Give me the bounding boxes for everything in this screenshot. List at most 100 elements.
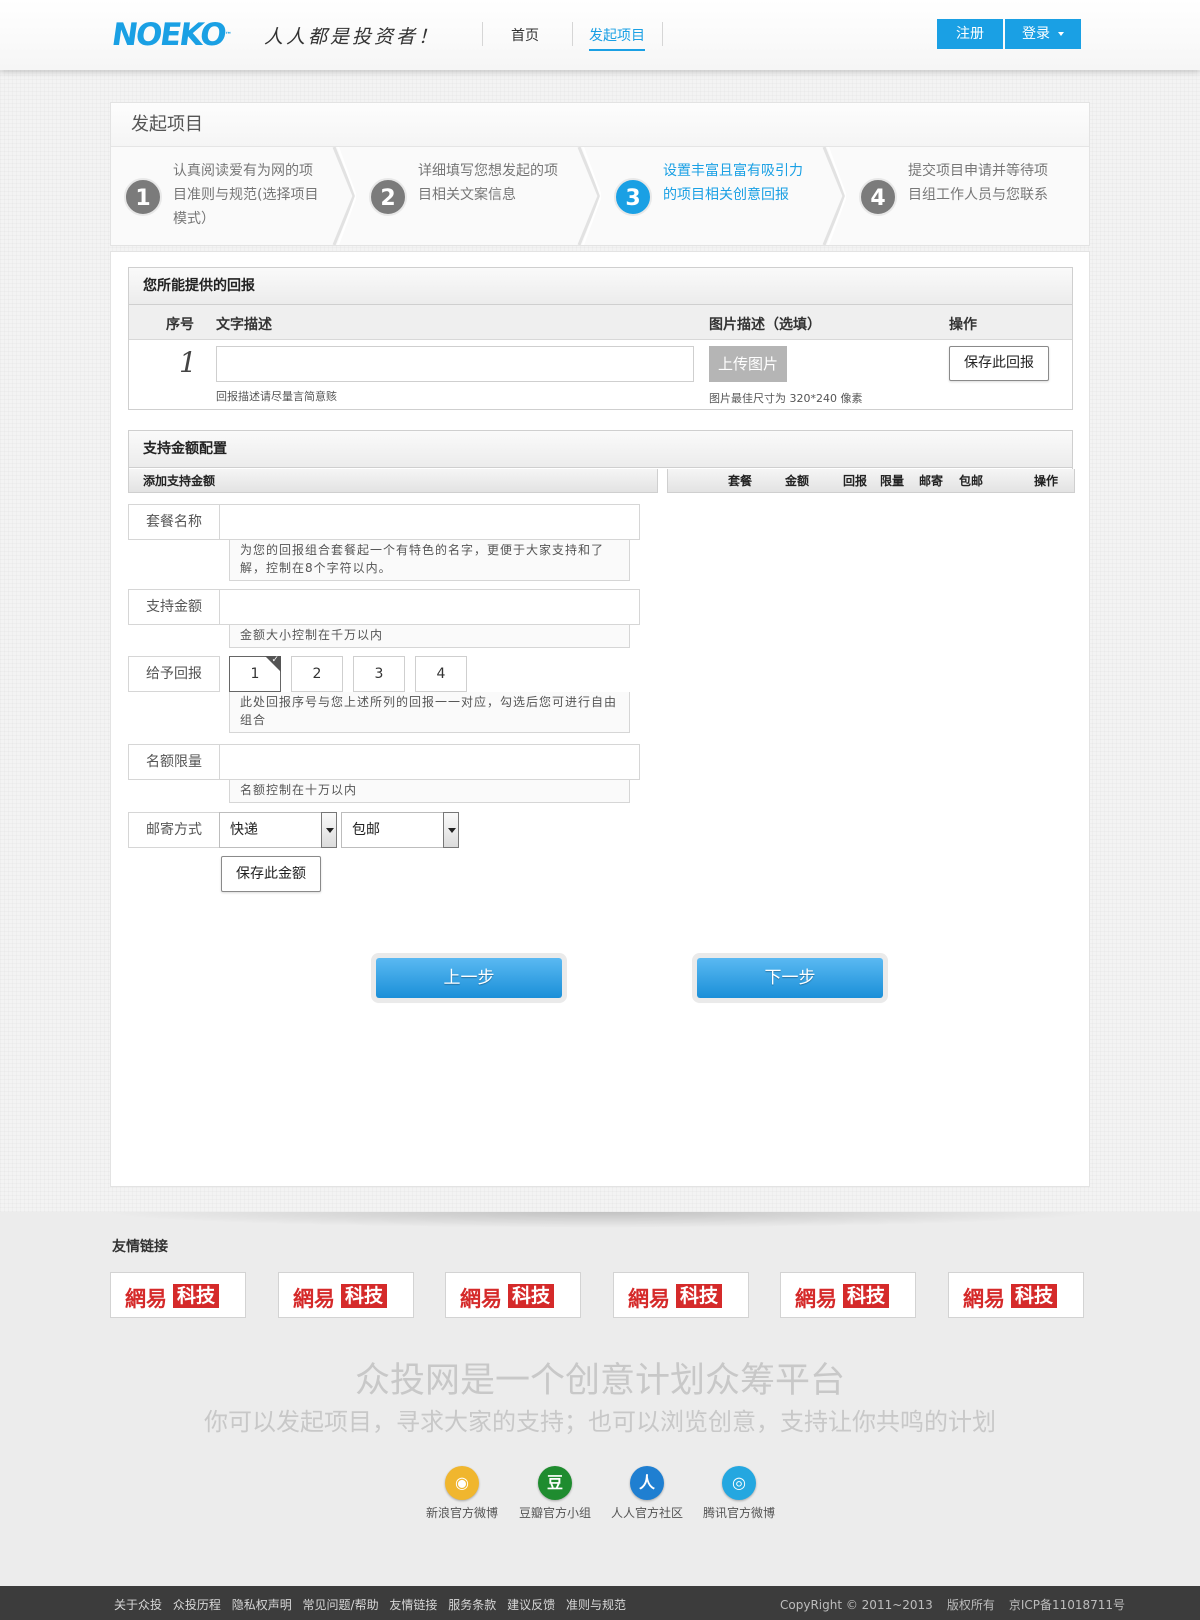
footer-link-friend-links[interactable]: 友情链接 <box>389 1598 437 1612</box>
next-step-button[interactable]: 下一步 <box>697 958 883 998</box>
login-label: 登录 <box>1022 26 1050 42</box>
reward-description-input[interactable] <box>216 346 694 382</box>
caret-down-icon <box>1058 32 1064 36</box>
shipping-fee-value: 包邮 <box>352 822 380 838</box>
give-reward-hint: 此处回报序号与您上述所列的回报一一对应，勾选后您可进行自由组合 <box>229 692 630 733</box>
friend-link-text-a: 網易 <box>460 1286 502 1311</box>
reward-row-index: 1 <box>179 346 197 379</box>
logo-trademark: ™ <box>223 31 233 39</box>
shipping-fee-select[interactable]: 包邮 <box>341 812 459 848</box>
footer-link-terms[interactable]: 服务条款 <box>448 1598 496 1612</box>
shipping-method-select[interactable]: 快递 <box>219 812 337 848</box>
chevron-right-icon <box>332 147 356 245</box>
shipping-method-value: 快递 <box>230 822 258 838</box>
chevron-right-icon <box>577 147 601 245</box>
amount-section: 支持金额配置 添加支持金额 套餐 金额 回报 限量 邮寄 包邮 操作 <box>128 430 1075 493</box>
friend-link-text-a: 網易 <box>795 1286 837 1311</box>
steps-bar: 1 认真阅读爱有为网的项目准则与规范(选择项目模式） 2 详细填写您想发起的项目… <box>111 147 1089 245</box>
amount-section-title: 支持金额配置 <box>129 431 1072 468</box>
chevron-down-icon <box>321 812 337 848</box>
step-text: 提交项目申请并等待项目组工作人员与您联系 <box>908 163 1048 203</box>
social-douban-group[interactable]: 豆 豆瓣官方小组 <box>510 1466 600 1521</box>
douban-icon: 豆 <box>538 1466 572 1500</box>
friend-link-text-b: 科技 <box>173 1284 220 1308</box>
footer-link-guidelines[interactable]: 准则与规范 <box>566 1598 626 1612</box>
friend-link-text-b: 科技 <box>676 1284 723 1308</box>
column-header-reward: 回报 <box>843 474 868 488</box>
footer-shadow <box>100 1212 1100 1228</box>
friend-link-text-b: 科技 <box>508 1284 555 1308</box>
footer-slogan-sub: 你可以发起项目，寻求大家的支持；也可以浏览创意，支持让你共鸣的计划 <box>204 1408 996 1436</box>
step-number: 3 <box>614 178 652 216</box>
register-button[interactable]: 注册 <box>937 19 1003 49</box>
rights-text: 版权所有 <box>946 1598 995 1612</box>
reward-row: 1 回报描述请尽量言简意赅 上传图片 图片最佳尺寸为 320*240 像素 保存… <box>129 340 1072 408</box>
footer-link-about[interactable]: 关于众投 <box>114 1598 162 1612</box>
column-header-shipping: 邮寄 <box>919 474 944 488</box>
package-name-hint: 为您的回报组合套餐起一个有特色的名字，更便于大家支持和了解，控制在8个字符以内。 <box>229 540 630 581</box>
footer-link-history[interactable]: 众投历程 <box>173 1598 221 1612</box>
social-tencent-weibo[interactable]: ◎ 腾讯官方微博 <box>694 1466 784 1521</box>
column-header-limit: 限量 <box>880 474 905 488</box>
bottom-links: 关于众投 众投历程 隐私权声明 常见问题/帮助 友情链接 服务条款 建议反馈 准… <box>114 1596 633 1613</box>
main-form-panel: 您所能提供的回报 序号 文字描述 图片描述（选填） 操作 1 回报描述请尽量言简… <box>110 251 1090 1187</box>
reward-option-3[interactable]: 3 <box>353 656 405 692</box>
social-sina-weibo[interactable]: ◉ 新浪官方微博 <box>417 1466 507 1521</box>
site-footer: 友情链接 網易 科技 網易 科技 網易 科技 網易 科技 網易 科技 網易 科技 众投网是一… <box>0 1212 1200 1587</box>
column-header-text: 文字描述 <box>216 317 272 333</box>
launch-steps-panel: 发起项目 1 认真阅读爱有为网的项目准则与规范(选择项目模式） 2 详细填写您想… <box>110 102 1090 246</box>
reward-option-4[interactable]: 4 <box>415 656 467 692</box>
nav-launch-project[interactable]: 发起项目 <box>589 25 645 51</box>
chevron-down-icon <box>443 812 459 848</box>
image-size-hint: 图片最佳尺寸为 320*240 像素 <box>709 392 863 405</box>
support-amount-input[interactable] <box>219 589 640 625</box>
column-header-index: 序号 <box>166 317 194 333</box>
reward-option-1[interactable]: 1 ✓ <box>229 655 281 692</box>
upload-image-button[interactable]: 上传图片 <box>709 346 787 382</box>
step-number: 2 <box>369 178 407 216</box>
package-name-input[interactable] <box>219 504 640 540</box>
step-number: 1 <box>124 178 162 216</box>
column-header-amount: 金额 <box>785 474 810 488</box>
header-slogan: 人人都是投资者！ <box>264 26 441 48</box>
check-icon: ✓ <box>271 655 279 665</box>
package-name-label: 套餐名称 <box>128 504 220 540</box>
reward-option-label: 2 <box>312 666 322 682</box>
friend-link-netease-tech[interactable]: 網易 科技 <box>110 1272 246 1318</box>
footer-link-feedback[interactable]: 建议反馈 <box>507 1598 555 1612</box>
support-amount-hint: 金额大小控制在千万以内 <box>229 625 630 648</box>
friend-link-netease-tech[interactable]: 網易 科技 <box>780 1272 916 1318</box>
logo-text: NOEKO <box>109 17 227 53</box>
reward-description-hint: 回报描述请尽量言简意赅 <box>216 390 337 403</box>
step-1: 1 认真阅读爱有为网的项目准则与规范(选择项目模式） <box>111 147 356 245</box>
footer-link-faq[interactable]: 常见问题/帮助 <box>303 1598 379 1612</box>
friend-link-text-a: 網易 <box>293 1286 335 1311</box>
quota-limit-input[interactable] <box>219 744 640 780</box>
friend-link-netease-tech[interactable]: 網易 科技 <box>613 1272 749 1318</box>
nav-home[interactable]: 首页 <box>511 25 539 45</box>
login-button[interactable]: 登录 <box>1005 19 1081 49</box>
reward-section-title: 您所能提供的回报 <box>129 268 1072 305</box>
save-reward-button[interactable]: 保存此回报 <box>949 346 1049 381</box>
column-header-image: 图片描述（选填） <box>709 317 821 333</box>
friend-link-netease-tech[interactable]: 網易 科技 <box>948 1272 1084 1318</box>
social-label: 人人官方社区 <box>610 1506 683 1520</box>
save-amount-button[interactable]: 保存此金额 <box>221 856 321 892</box>
site-header: NOEKO™ 人人都是投资者！ 首页 发起项目 注册 登录 <box>0 0 1200 70</box>
friend-link-netease-tech[interactable]: 網易 科技 <box>278 1272 414 1318</box>
reward-option-label: 4 <box>436 666 446 682</box>
friend-link-netease-tech[interactable]: 網易 科技 <box>445 1272 581 1318</box>
site-logo[interactable]: NOEKO™ <box>109 17 234 53</box>
footer-slogan-main: 众投网是一个创意计划众筹平台 <box>354 1361 845 1401</box>
previous-step-button[interactable]: 上一步 <box>376 958 562 998</box>
column-header-action: 操作 <box>1034 474 1059 488</box>
footer-link-privacy[interactable]: 隐私权声明 <box>232 1598 292 1612</box>
step-4: 4 提交项目申请并等待项目组工作人员与您联系 <box>846 147 1091 245</box>
social-label: 新浪官方微博 <box>425 1506 498 1520</box>
amount-table-header: 套餐 金额 回报 限量 邮寄 包邮 操作 <box>667 469 1075 493</box>
bottom-bar: 关于众投 众投历程 隐私权声明 常见问题/帮助 友情链接 服务条款 建议反馈 准… <box>0 1586 1200 1620</box>
social-renren-community[interactable]: 人 人人官方社区 <box>602 1466 692 1521</box>
friend-link-text-a: 網易 <box>963 1286 1005 1311</box>
reward-option-label: 1 <box>250 666 260 682</box>
reward-option-2[interactable]: 2 <box>291 656 343 692</box>
